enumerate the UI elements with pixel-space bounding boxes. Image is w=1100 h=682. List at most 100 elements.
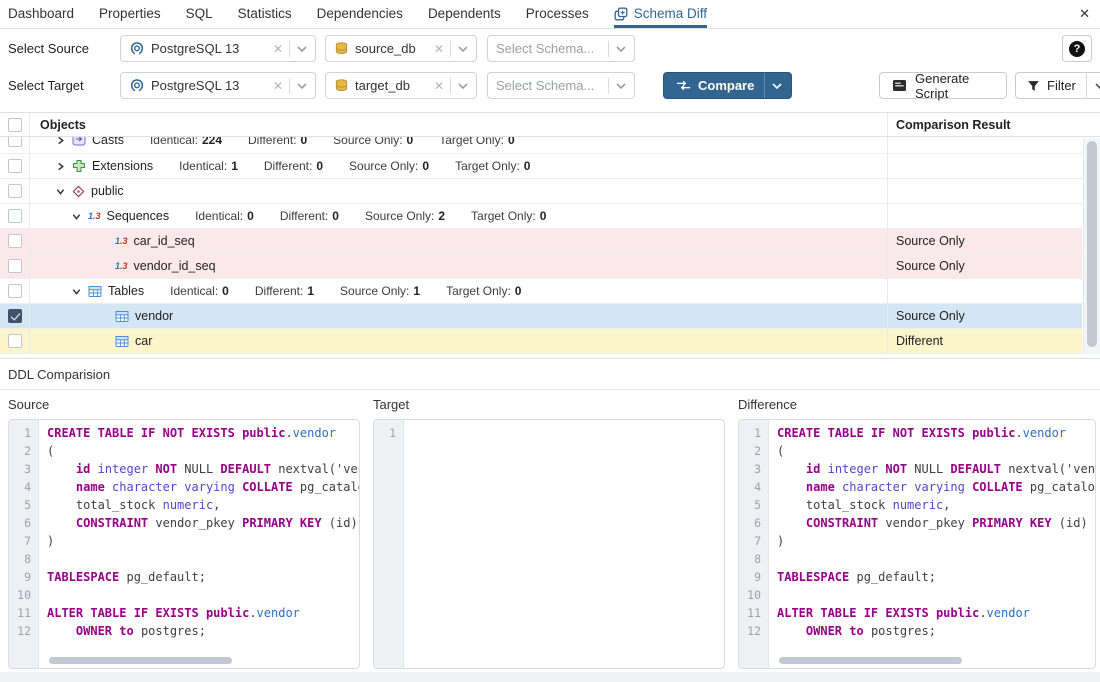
row-checkbox[interactable]	[8, 284, 22, 298]
line-number-gutter: 1	[374, 420, 404, 668]
row-checkbox[interactable]	[8, 184, 22, 198]
grid-vertical-scrollbar[interactable]	[1083, 138, 1100, 354]
count-identical: Identical:0	[195, 209, 254, 223]
difference-panel-label: Difference	[738, 397, 797, 412]
sql-code-line: TABLESPACE pg_default;	[777, 570, 1095, 588]
source-database-select[interactable]: source_db ✕	[325, 35, 477, 62]
database-icon	[334, 78, 349, 93]
tab-processes[interactable]: Processes	[526, 0, 589, 28]
grid-row-Sequences[interactable]: 1.3SequencesIdentical:0Different:0Source…	[0, 204, 1100, 229]
expand-chevron-icon[interactable]	[54, 137, 66, 145]
chevron-down-icon[interactable]	[290, 83, 309, 89]
count-sourceonly: Source Only:2	[365, 209, 445, 223]
sql-code-line: id integer NOT NULL DEFAULT nextval('ven…	[47, 462, 359, 480]
row-label: vendor	[135, 309, 173, 323]
chevron-down-icon[interactable]	[1086, 73, 1100, 98]
tab-statistics[interactable]: Statistics	[238, 0, 292, 28]
filter-button[interactable]: Filter	[1015, 72, 1100, 99]
grid-row-car[interactable]: carDifferent	[0, 329, 1100, 354]
grid-rows: CastsIdentical:224Different:0Source Only…	[0, 137, 1100, 354]
grid-row-vendor[interactable]: vendorSource Only	[0, 304, 1100, 329]
sql-code-area[interactable]: CREATE TABLE IF NOT EXISTS public.vendor…	[39, 420, 359, 668]
tab-bar: Dashboard Properties SQL Statistics Depe…	[0, 0, 1100, 29]
grid-row-car_id_seq[interactable]: 1.3car_id_seqSource Only	[0, 229, 1100, 254]
chevron-down-icon[interactable]	[764, 73, 791, 98]
row-label: car	[135, 334, 152, 348]
chevron-down-icon[interactable]	[290, 46, 309, 52]
row-checkbox[interactable]	[8, 159, 22, 173]
tab-label: Dashboard	[8, 6, 74, 21]
row-checkbox[interactable]	[8, 234, 22, 248]
sql-code-line: )	[47, 534, 359, 552]
close-icon[interactable]: ✕	[1079, 7, 1090, 20]
chevron-down-icon[interactable]	[451, 83, 470, 89]
grid-row-Casts[interactable]: CastsIdentical:224Different:0Source Only…	[0, 137, 1100, 154]
database-icon	[334, 41, 349, 56]
expand-chevron-icon[interactable]	[54, 162, 66, 171]
horizontal-scrollbar-thumb[interactable]	[49, 657, 232, 664]
grid-row-Extensions[interactable]: ExtensionsIdentical:1Different:0Source O…	[0, 154, 1100, 179]
tab-sql[interactable]: SQL	[186, 0, 213, 28]
compare-button[interactable]: Compare	[663, 72, 792, 99]
row-checkbox[interactable]	[8, 309, 22, 323]
row-label: Tables	[108, 284, 144, 298]
clear-icon[interactable]: ✕	[269, 42, 289, 56]
tab-dependents[interactable]: Dependents	[428, 0, 501, 28]
row-checkbox[interactable]	[8, 334, 22, 348]
chevron-down-icon[interactable]	[451, 46, 470, 52]
chevron-down-icon[interactable]	[609, 46, 628, 52]
target-server-select[interactable]: PostgreSQL 13 ✕	[120, 72, 316, 99]
clear-icon[interactable]: ✕	[269, 79, 289, 93]
clear-icon[interactable]: ✕	[430, 42, 450, 56]
collapse-chevron-icon[interactable]	[54, 187, 66, 196]
postgresql-icon	[129, 41, 145, 57]
target-database-select[interactable]: target_db ✕	[325, 72, 477, 99]
table-icon	[115, 310, 129, 323]
tab-dependencies[interactable]: Dependencies	[317, 0, 403, 28]
row-checkbox[interactable]	[8, 259, 22, 273]
target-database-value: target_db	[355, 78, 430, 93]
tab-properties[interactable]: Properties	[99, 0, 161, 28]
collapse-chevron-icon[interactable]	[70, 212, 82, 221]
collapse-chevron-icon[interactable]	[70, 287, 82, 296]
sql-code-line: ALTER TABLE IF EXISTS public.vendor	[777, 606, 1095, 624]
sql-code-area[interactable]: CREATE TABLE IF NOT EXISTS public.vendor…	[769, 420, 1095, 668]
clear-icon[interactable]: ✕	[430, 79, 450, 93]
sql-code-line: (	[47, 444, 359, 462]
tab-dashboard[interactable]: Dashboard	[8, 0, 74, 28]
compare-label: Compare	[698, 78, 754, 93]
source-server-value: PostgreSQL 13	[151, 41, 269, 56]
ddl-section-title: DDL Comparision	[8, 367, 110, 382]
help-button[interactable]: ?	[1062, 35, 1092, 62]
tab-label: Statistics	[238, 6, 292, 21]
source-database-value: source_db	[355, 41, 430, 56]
select-target-label: Select Target	[8, 72, 84, 99]
row-checkbox[interactable]	[8, 137, 22, 147]
horizontal-scrollbar-thumb[interactable]	[779, 657, 962, 664]
count-different: Different:0	[280, 209, 339, 223]
tab-schema-diff[interactable]: Schema Diff	[614, 0, 707, 28]
tab-label: Schema Diff	[634, 6, 707, 21]
target-schema-select[interactable]: Select Schema...	[487, 72, 635, 99]
chevron-down-icon[interactable]	[609, 83, 628, 89]
ddl-panel-source: 123456789101112CREATE TABLE IF NOT EXIST…	[8, 419, 360, 669]
row-label: car_id_seq	[134, 234, 195, 248]
sql-code-line: OWNER to postgres;	[47, 624, 359, 642]
ddl-panel-target: 1	[373, 419, 725, 669]
source-schema-select[interactable]: Select Schema...	[487, 35, 635, 62]
grid-row-public[interactable]: public	[0, 179, 1100, 204]
sql-code-line: name character varying COLLATE pg_catalo…	[47, 480, 359, 498]
generate-script-button[interactable]: Generate Script	[879, 72, 1007, 99]
sql-code-line: CREATE TABLE IF NOT EXISTS public.vendor	[777, 426, 1095, 444]
select-all-checkbox[interactable]	[8, 118, 22, 132]
sql-code-line: CREATE TABLE IF NOT EXISTS public.vendor	[47, 426, 359, 444]
row-checkbox[interactable]	[8, 209, 22, 223]
scrollbar-thumb[interactable]	[1087, 141, 1097, 347]
grid-row-vendor_id_seq[interactable]: 1.3vendor_id_seqSource Only	[0, 254, 1100, 279]
comparison-result-value: Source Only	[896, 234, 965, 248]
sql-code-area[interactable]	[404, 420, 724, 668]
source-server-select[interactable]: PostgreSQL 13 ✕	[120, 35, 316, 62]
sql-code-line	[777, 588, 1095, 606]
grid-row-Tables[interactable]: TablesIdentical:0Different:1Source Only:…	[0, 279, 1100, 304]
row-label: Extensions	[92, 159, 153, 173]
